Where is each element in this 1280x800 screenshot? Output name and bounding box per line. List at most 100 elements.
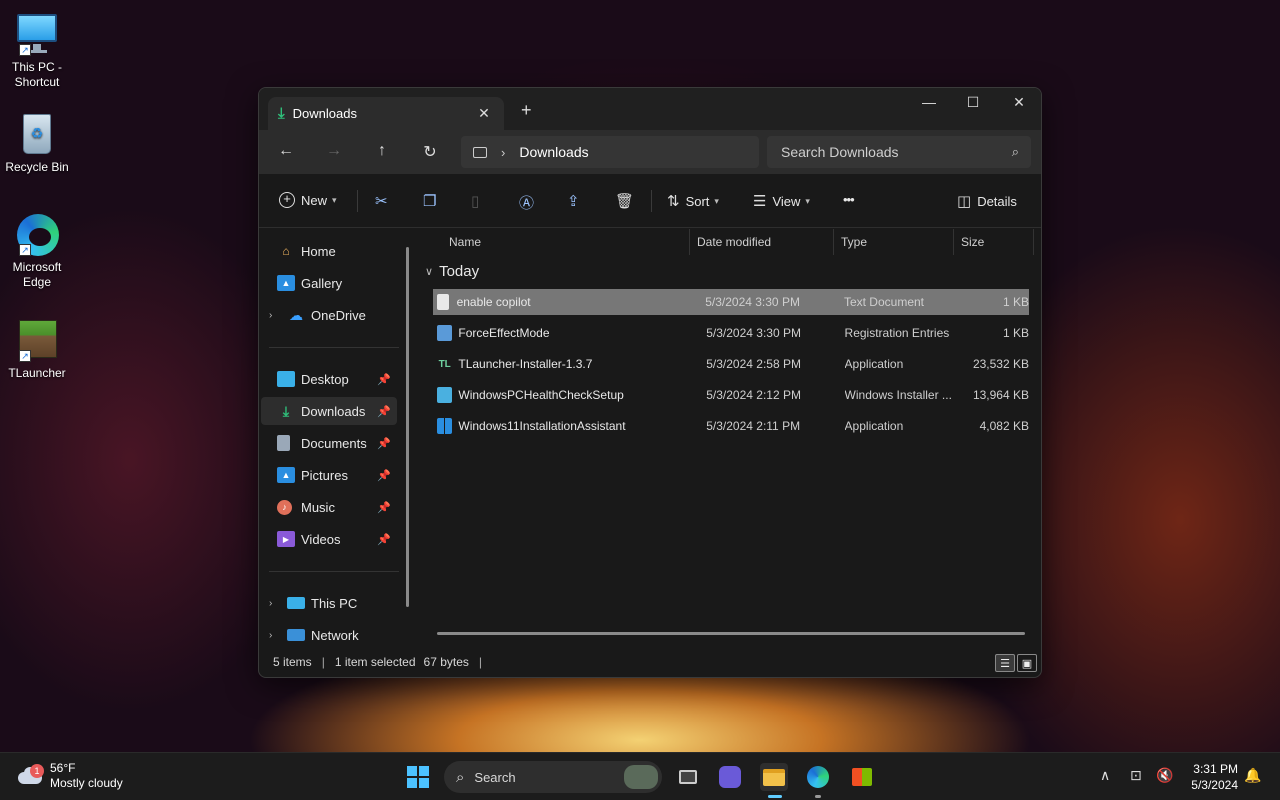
store-button[interactable] [848,763,876,791]
close-window-button[interactable]: ✕ [999,94,1039,111]
sidebar-item-desktop[interactable]: Desktop 📌 [261,365,397,393]
sort-icon: ⇅ [667,193,680,210]
sidebar-item-downloads[interactable]: ⤓ Downloads 📌 [261,397,397,425]
new-button[interactable]: + New ▾ [279,192,337,208]
sidebar-item-music[interactable]: ♪ Music 📌 [261,493,397,521]
network-status-button[interactable]: ⊡ [1130,767,1142,784]
details-view-button[interactable]: ☰ [995,654,1015,672]
pin-icon[interactable]: 📌 [377,533,391,546]
edge-taskbar-button[interactable] [804,763,832,791]
new-tab-button[interactable]: + [521,100,532,121]
desktop-icon-this-pc[interactable]: ↗ This PC - Shortcut [4,12,70,90]
sidebar-scrollbar[interactable] [406,247,409,607]
search-input[interactable]: Search Downloads ⌕ [767,136,1031,168]
sidebar-label: Home [301,243,336,259]
clock-date: 5/3/2024 [1191,778,1238,792]
teams-button[interactable] [716,763,744,791]
sort-button[interactable]: ⇅ Sort ▾ [667,192,719,210]
rename-icon: Ⓐ [519,195,535,212]
sidebar-item-gallery[interactable]: ▲ Gallery [261,269,397,297]
weather-widget[interactable]: 1 56°F Mostly cloudy [16,761,123,791]
copy-button[interactable]: ❐ [423,192,442,210]
file-row[interactable]: TL TLauncher-Installer-1.3.7 5/3/2024 2:… [433,351,1029,377]
file-explorer-window: ⤓ Downloads ✕ + — ☐ ✕ ← → ↑ ↻ › Download… [258,87,1042,678]
address-bar[interactable]: › Downloads [461,136,759,168]
cut-button[interactable]: ✂ [375,192,394,210]
delete-button[interactable]: 🗑 [615,192,640,210]
column-divider[interactable] [953,229,954,255]
chevron-right-icon[interactable]: › [269,310,283,321]
column-header-size[interactable]: Size [961,229,984,255]
refresh-button[interactable]: ↻ [419,142,441,162]
file-row[interactable]: enable copilot 5/3/2024 3:30 PM Text Doc… [433,289,1029,315]
edge-icon: ↗ [15,212,59,256]
sidebar-item-this-pc[interactable]: › This PC [261,589,397,617]
file-row[interactable]: WindowsPCHealthCheckSetup 5/3/2024 2:12 … [433,382,1029,408]
start-button[interactable] [404,763,432,791]
pin-icon[interactable]: 📌 [377,437,391,450]
taskbar-search[interactable]: ⌕ Search [444,761,662,793]
pin-icon[interactable]: 📌 [377,501,391,514]
sidebar-item-network[interactable]: › Network [261,621,397,649]
sidebar-item-home[interactable]: ⌂ Home [261,237,397,265]
maximize-button[interactable]: ☐ [953,94,993,111]
system-clock[interactable]: 3:31 PM 5/3/2024 [1184,761,1238,793]
sidebar-item-documents[interactable]: Documents 📌 [261,429,397,457]
notifications-button[interactable]: 🔔 [1244,767,1261,784]
task-view-button[interactable] [674,763,702,791]
desktop-icon-tlauncher[interactable]: ↗ TLauncher [4,318,70,381]
chevron-right-icon[interactable]: › [269,598,283,609]
volume-button[interactable]: 🔇 [1156,767,1173,784]
new-label: New [301,192,328,208]
pin-icon[interactable]: 📌 [377,373,391,386]
back-button[interactable]: ← [275,142,297,160]
share-button[interactable]: ⇪ [567,192,586,210]
more-options-button[interactable]: ••• [843,192,855,207]
column-header-name[interactable]: Name [449,229,481,255]
weather-desc: Mostly cloudy [50,776,123,790]
up-button[interactable]: ↑ [371,142,393,160]
minimize-button[interactable]: — [909,94,949,110]
column-divider[interactable] [689,229,690,255]
file-explorer-taskbar-button[interactable] [760,763,788,791]
taskbar: 1 56°F Mostly cloudy ⌕ Search ∧ ⊡ 🔇 3:31… [0,752,1280,800]
column-header-date[interactable]: Date modified [697,229,771,255]
sidebar-label: OneDrive [311,307,366,323]
details-pane-button[interactable]: ◫ Details [957,192,1017,210]
store-icon [852,768,872,786]
file-type: Application [844,419,904,433]
sidebar-item-videos[interactable]: ▶ Videos 📌 [261,525,397,553]
column-divider[interactable] [833,229,834,255]
column-header-type[interactable]: Type [841,229,867,255]
desktop-icon-recycle-bin[interactable]: ♻ Recycle Bin [4,112,70,175]
gallery-icon: ▲ [277,275,295,291]
column-divider[interactable] [1033,229,1034,255]
pin-icon[interactable]: 📌 [377,469,391,482]
forward-button[interactable]: → [323,142,345,160]
pictures-icon: ▲ [277,467,295,483]
close-tab-icon[interactable]: ✕ [474,105,494,122]
chevron-down-icon: ▾ [332,194,337,205]
tab-title: Downloads [292,106,357,121]
breadcrumb-downloads[interactable]: Downloads [519,144,588,160]
tab-downloads[interactable]: ⤓ Downloads ✕ [268,97,504,130]
group-header-today[interactable]: ∨ Today [425,263,479,280]
sidebar-item-onedrive[interactable]: › ☁ OneDrive [261,301,397,329]
bell-icon: 🔔 [1244,767,1262,783]
desktop-icon-edge[interactable]: ↗ Microsoft Edge [4,212,70,290]
sidebar-item-pictures[interactable]: ▲ Pictures 📌 [261,461,397,489]
file-row[interactable]: ForceEffectMode 5/3/2024 3:30 PM Registr… [433,320,1029,346]
horizontal-scrollbar[interactable] [437,632,1025,635]
file-size: 1 KB [1002,295,1029,309]
file-row[interactable]: Windows11InstallationAssistant 5/3/2024 … [433,413,1029,439]
show-hidden-icons-button[interactable]: ∧ [1100,767,1110,784]
download-icon: ⤓ [282,402,290,419]
paste-button[interactable]: ▯ [471,192,485,210]
tiles-view-button[interactable]: ▣ [1017,654,1037,672]
rename-button[interactable]: Ⓐ [519,192,540,213]
pin-icon[interactable]: 📌 [377,405,391,418]
chevron-right-icon[interactable]: › [269,630,283,641]
view-button[interactable]: ☰ View ▾ [753,192,810,210]
scissors-icon: ✂ [375,193,388,210]
selection-count: 1 item selected [334,655,416,669]
